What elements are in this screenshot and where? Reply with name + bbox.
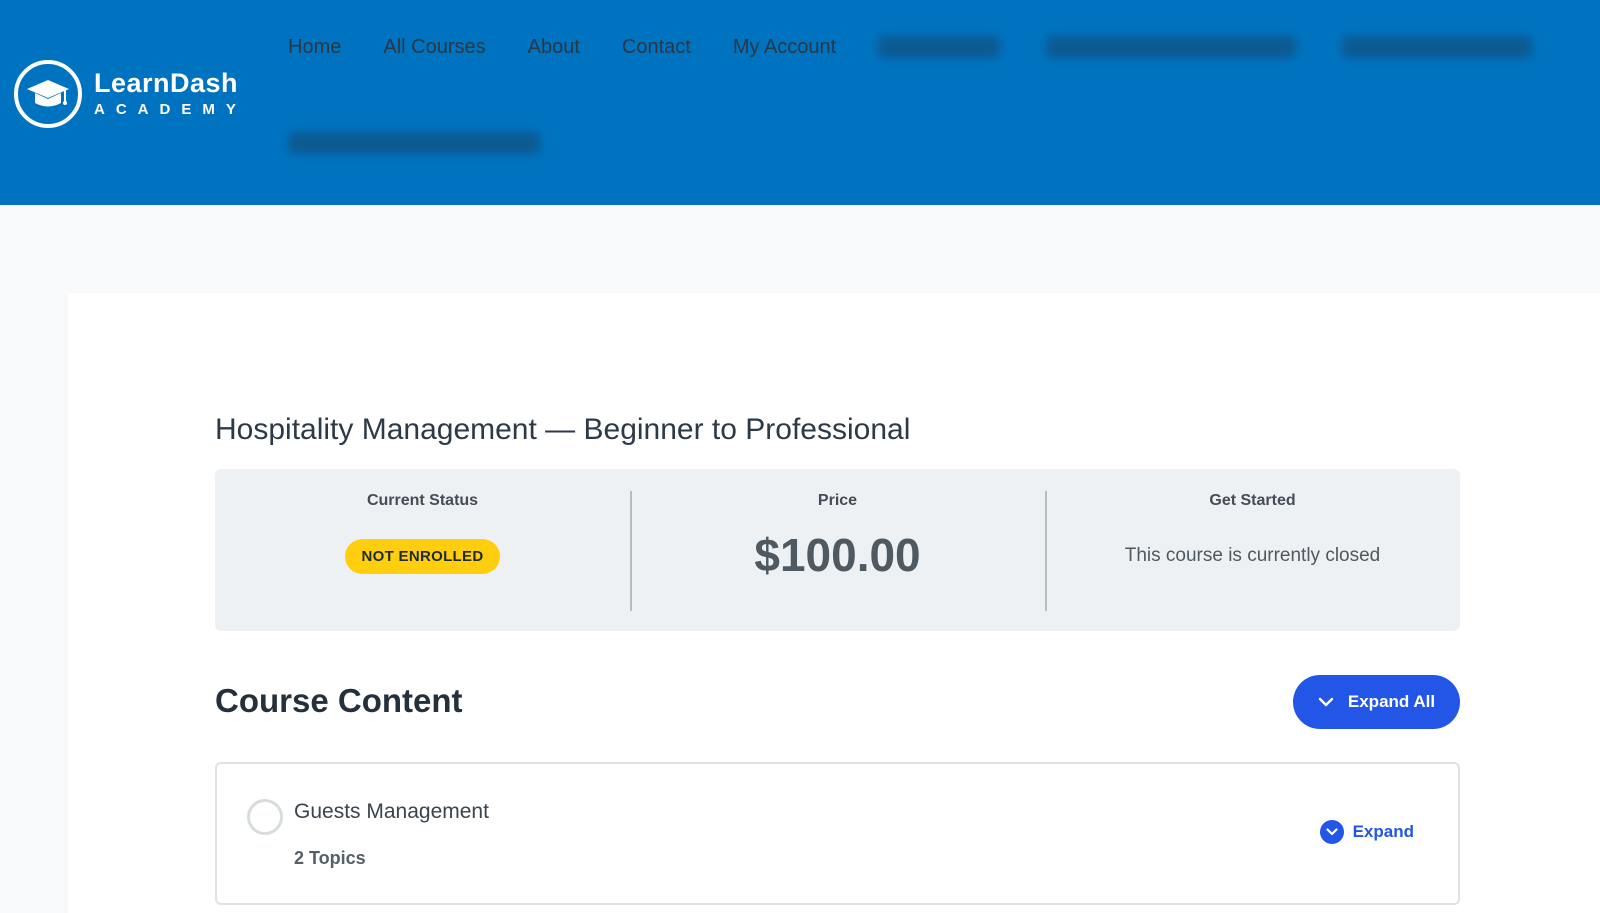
logo-name: LearnDash xyxy=(94,68,239,98)
nav-item-redacted[interactable] xyxy=(1046,36,1297,58)
nav-my-account[interactable]: My Account xyxy=(733,33,836,61)
site-header: LearnDash ACADEMY Home All Courses About… xyxy=(0,0,1600,205)
course-closed-message: This course is currently closed xyxy=(1124,545,1381,566)
lesson-item[interactable]: Guests Management 2 Topics Expand xyxy=(215,762,1460,905)
nav-home[interactable]: Home xyxy=(288,33,341,61)
main-nav: Home All Courses About Contact My Accoun… xyxy=(288,33,1533,61)
expand-all-label: Expand All xyxy=(1347,692,1436,711)
price-value: $100.00 xyxy=(754,529,921,581)
status-label: Current Status xyxy=(366,492,479,509)
lesson-status-circle-icon xyxy=(247,799,283,835)
lesson-expand-button[interactable]: Expand xyxy=(1319,820,1414,844)
get-started-column: Get Started This course is currently clo… xyxy=(1045,469,1460,631)
status-column: Current Status NOT ENROLLED xyxy=(215,469,630,631)
lesson-title[interactable]: Guests Management xyxy=(294,800,489,824)
lesson-topic-count: 2 Topics xyxy=(294,848,366,868)
price-label: Price xyxy=(817,492,858,509)
graduation-cap-icon xyxy=(14,60,82,128)
nav-item-redacted[interactable] xyxy=(288,132,540,154)
chevron-down-icon xyxy=(1319,820,1344,844)
chevron-down-icon xyxy=(1318,697,1334,707)
course-status-panel: Current Status NOT ENROLLED Price $100.0… xyxy=(215,469,1460,631)
nav-all-courses[interactable]: All Courses xyxy=(383,33,485,61)
expand-all-button[interactable]: Expand All xyxy=(1293,675,1460,729)
nav-about[interactable]: About xyxy=(528,33,580,61)
price-column: Price $100.00 xyxy=(630,469,1045,631)
lesson-expand-label: Expand xyxy=(1352,822,1414,841)
site-logo[interactable]: LearnDash ACADEMY xyxy=(14,60,247,128)
nav-item-redacted[interactable] xyxy=(1342,36,1533,58)
get-started-label: Get Started xyxy=(1209,492,1296,509)
logo-subtitle: ACADEMY xyxy=(94,101,247,118)
status-badge: NOT ENROLLED xyxy=(344,539,501,574)
course-content-heading: Course Content xyxy=(215,682,463,719)
nav-item-redacted[interactable] xyxy=(878,36,1001,58)
course-title: Hospitality Management — Beginner to Pro… xyxy=(215,413,911,446)
nav-contact[interactable]: Contact xyxy=(622,33,691,61)
